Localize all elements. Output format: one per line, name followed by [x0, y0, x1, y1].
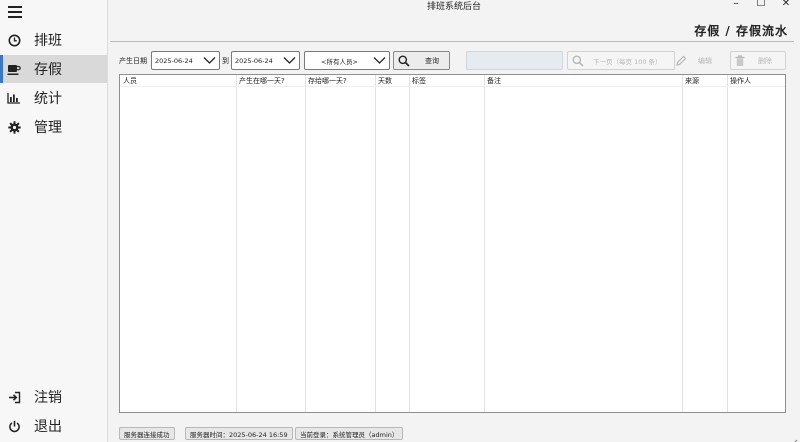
edit-button-label: 编辑 — [698, 56, 712, 65]
sidebar-item-label: 管理 — [34, 120, 62, 136]
leave-records-table[interactable]: 人员 产生在哪一天? 存给哪一天? 天数 标签 备注 来源 操作人 — [119, 74, 786, 413]
sidebar-item-management[interactable]: 管理 — [0, 113, 107, 141]
column-header-created-day[interactable]: 产生在哪一天? — [239, 76, 285, 86]
resize-grip-icon[interactable] — [790, 432, 798, 442]
end-date-value: 2025-06-24 — [235, 56, 273, 65]
person-select-value: <所有人员> — [321, 57, 358, 66]
chevron-down-icon — [283, 55, 296, 68]
column-divider — [409, 75, 410, 412]
column-divider — [236, 75, 237, 412]
delete-button-label: 删除 — [758, 56, 772, 65]
column-header-tag[interactable]: 标签 — [412, 76, 426, 86]
sidebar-item-schedule[interactable]: 排班 — [0, 26, 107, 54]
column-header-days[interactable]: 天数 — [378, 76, 392, 86]
sidebar-item-leave-bank[interactable]: 存假 — [0, 55, 107, 83]
column-divider — [682, 75, 683, 412]
column-divider — [727, 75, 728, 412]
sidebar-item-label: 统计 — [34, 91, 62, 107]
edit-button[interactable]: 编辑 — [673, 51, 726, 70]
start-date-value: 2025-06-24 — [155, 56, 193, 65]
chevron-down-icon — [203, 55, 216, 68]
cup-icon — [7, 62, 21, 76]
to-label: 到 — [222, 57, 229, 65]
date-label: 产生日期 — [119, 57, 147, 65]
start-date-picker[interactable]: 2025-06-24 — [151, 51, 220, 70]
power-icon — [7, 419, 21, 433]
header-divider — [120, 86, 785, 87]
status-server-time: 服务器时间：2025-06-24 16:59 — [185, 427, 293, 440]
column-header-source[interactable]: 来源 — [685, 76, 699, 86]
sidebar-item-exit[interactable]: 退出 — [0, 412, 107, 440]
status-current-login: 当前登录：系统管理员（admin） — [295, 427, 404, 440]
close-button[interactable]: ✕ — [776, 0, 796, 9]
sidebar-item-logout[interactable]: 注销 — [0, 383, 107, 411]
column-header-remark[interactable]: 备注 — [487, 76, 501, 86]
maximize-button[interactable]: ☐ — [751, 0, 771, 9]
column-divider — [484, 75, 485, 412]
chevron-down-icon — [373, 55, 386, 68]
window-title: 排班系统后台 — [426, 2, 481, 12]
person-select[interactable]: <所有人员> — [304, 51, 390, 70]
sidebar: 排班 存假 统计 管理 注销 退出 — [0, 0, 108, 442]
query-button[interactable]: 查询 — [393, 51, 450, 70]
title-bar: 排班系统后台 – ☐ ✕ — [108, 0, 800, 12]
pencil-icon — [675, 55, 687, 67]
next-page-button[interactable]: 下一页（每页 100 条） — [567, 51, 675, 70]
hamburger-icon[interactable] — [8, 6, 22, 18]
next-page-label: 下一页（每页 100 条） — [593, 57, 662, 66]
sidebar-item-label: 排班 — [34, 33, 62, 49]
column-divider — [375, 75, 376, 412]
bar-chart-icon — [7, 91, 21, 105]
header-divider — [110, 41, 794, 42]
column-divider — [305, 75, 306, 412]
gear-icon — [7, 120, 21, 134]
sidebar-item-label: 存假 — [34, 62, 62, 78]
delete-button[interactable]: 删除 — [730, 51, 786, 70]
sidebar-item-label: 注销 — [34, 390, 62, 406]
page-title: 存假 / 存假流水 — [694, 24, 788, 38]
status-connection: 服务器连接成功 — [119, 427, 175, 440]
minimize-button[interactable]: – — [726, 0, 746, 9]
clock-icon — [7, 33, 21, 47]
sidebar-item-statistics[interactable]: 统计 — [0, 84, 107, 112]
end-date-picker[interactable]: 2025-06-24 — [231, 51, 300, 70]
column-header-operator[interactable]: 操作人 — [730, 76, 751, 86]
search-icon — [398, 55, 410, 67]
page-header: 存假 / 存假流水 — [116, 20, 788, 42]
logout-icon — [7, 390, 21, 404]
column-header-person[interactable]: 人员 — [123, 76, 137, 86]
sidebar-item-label: 退出 — [34, 419, 62, 435]
search-icon — [572, 55, 584, 67]
query-button-label: 查询 — [425, 56, 439, 65]
trash-icon — [734, 54, 746, 67]
column-header-target-day[interactable]: 存给哪一天? — [308, 76, 347, 86]
disabled-input — [466, 51, 563, 70]
